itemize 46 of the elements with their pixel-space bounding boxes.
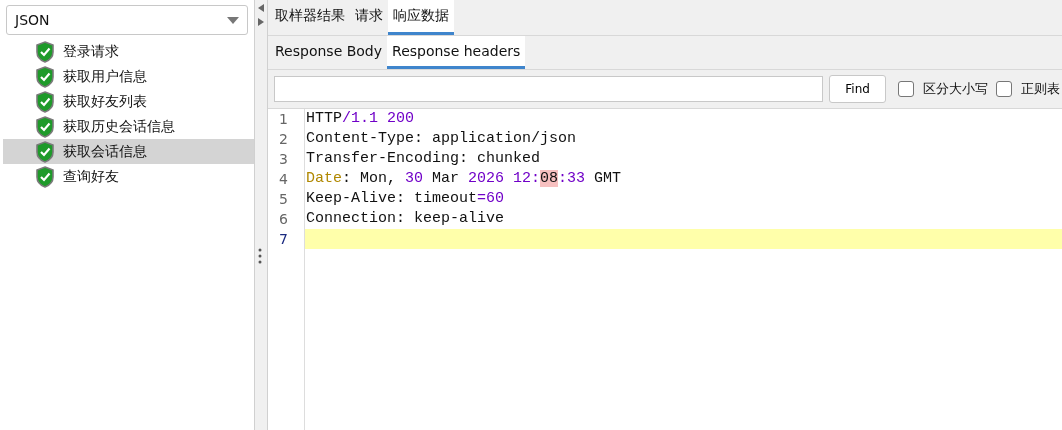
tab[interactable]: Response Body [270,36,388,69]
sample-item[interactable]: 查询好友 [3,164,254,189]
line-number: 7 [278,230,289,249]
tab[interactable]: Response headers [387,36,526,69]
collapse-arrows-icon[interactable] [258,4,264,26]
tab[interactable]: 取样器结果 [270,0,350,35]
code-line: Date: Mon, 30 Mar 2026 12:08:33 GMT [305,169,623,189]
checkbox-label: 区分大小写 [923,80,988,98]
shield-check-icon [35,140,55,163]
code-line: Transfer-Encoding: chunked [305,149,542,169]
search-field[interactable] [274,76,824,102]
line-number: 1 [278,110,289,129]
sample-item[interactable]: 获取好友列表 [3,89,254,114]
shield-check-icon [35,40,55,63]
shield-check-icon [35,65,55,88]
line-number: 2 [278,130,289,149]
find-button[interactable]: Find [829,75,886,103]
shield-check-icon [35,90,55,113]
sample-label: 登录请求 [63,42,119,61]
renderer-dropdown[interactable]: JSON [6,5,248,35]
checkbox-label: 正则表 [1021,80,1060,98]
sample-item[interactable]: 获取会话信息 [3,139,254,164]
line-number: 3 [278,150,289,169]
sample-label: 获取历史会话信息 [63,117,175,136]
sample-item[interactable]: 获取用户信息 [3,64,254,89]
sample-item[interactable]: 获取历史会话信息 [3,114,254,139]
sample-item[interactable]: 登录请求 [3,39,254,64]
shield-check-icon [35,115,55,138]
caret-icon [227,16,239,24]
sample-label: 获取好友列表 [63,92,147,111]
shield-check-icon [35,165,55,188]
sample-label: 获取会话信息 [63,142,147,161]
tab[interactable]: 响应数据 [388,0,454,35]
checkbox[interactable] [898,81,914,97]
checkbox[interactable] [996,81,1012,97]
code-line: Keep-Alive: timeout=60 [305,189,506,209]
code-line: Content-Type: application/json [305,129,578,149]
line-number: 4 [278,170,289,189]
tab[interactable]: 请求 [350,0,388,35]
line-number: 6 [278,210,289,229]
line-number: 5 [278,190,289,209]
sample-label: 查询好友 [63,167,119,186]
splitter-grip-icon[interactable] [258,248,262,264]
code-line: HTTP/1.1 200 [305,109,416,129]
sample-label: 获取用户信息 [63,67,147,86]
code-line: Connection: keep-alive [305,209,506,229]
